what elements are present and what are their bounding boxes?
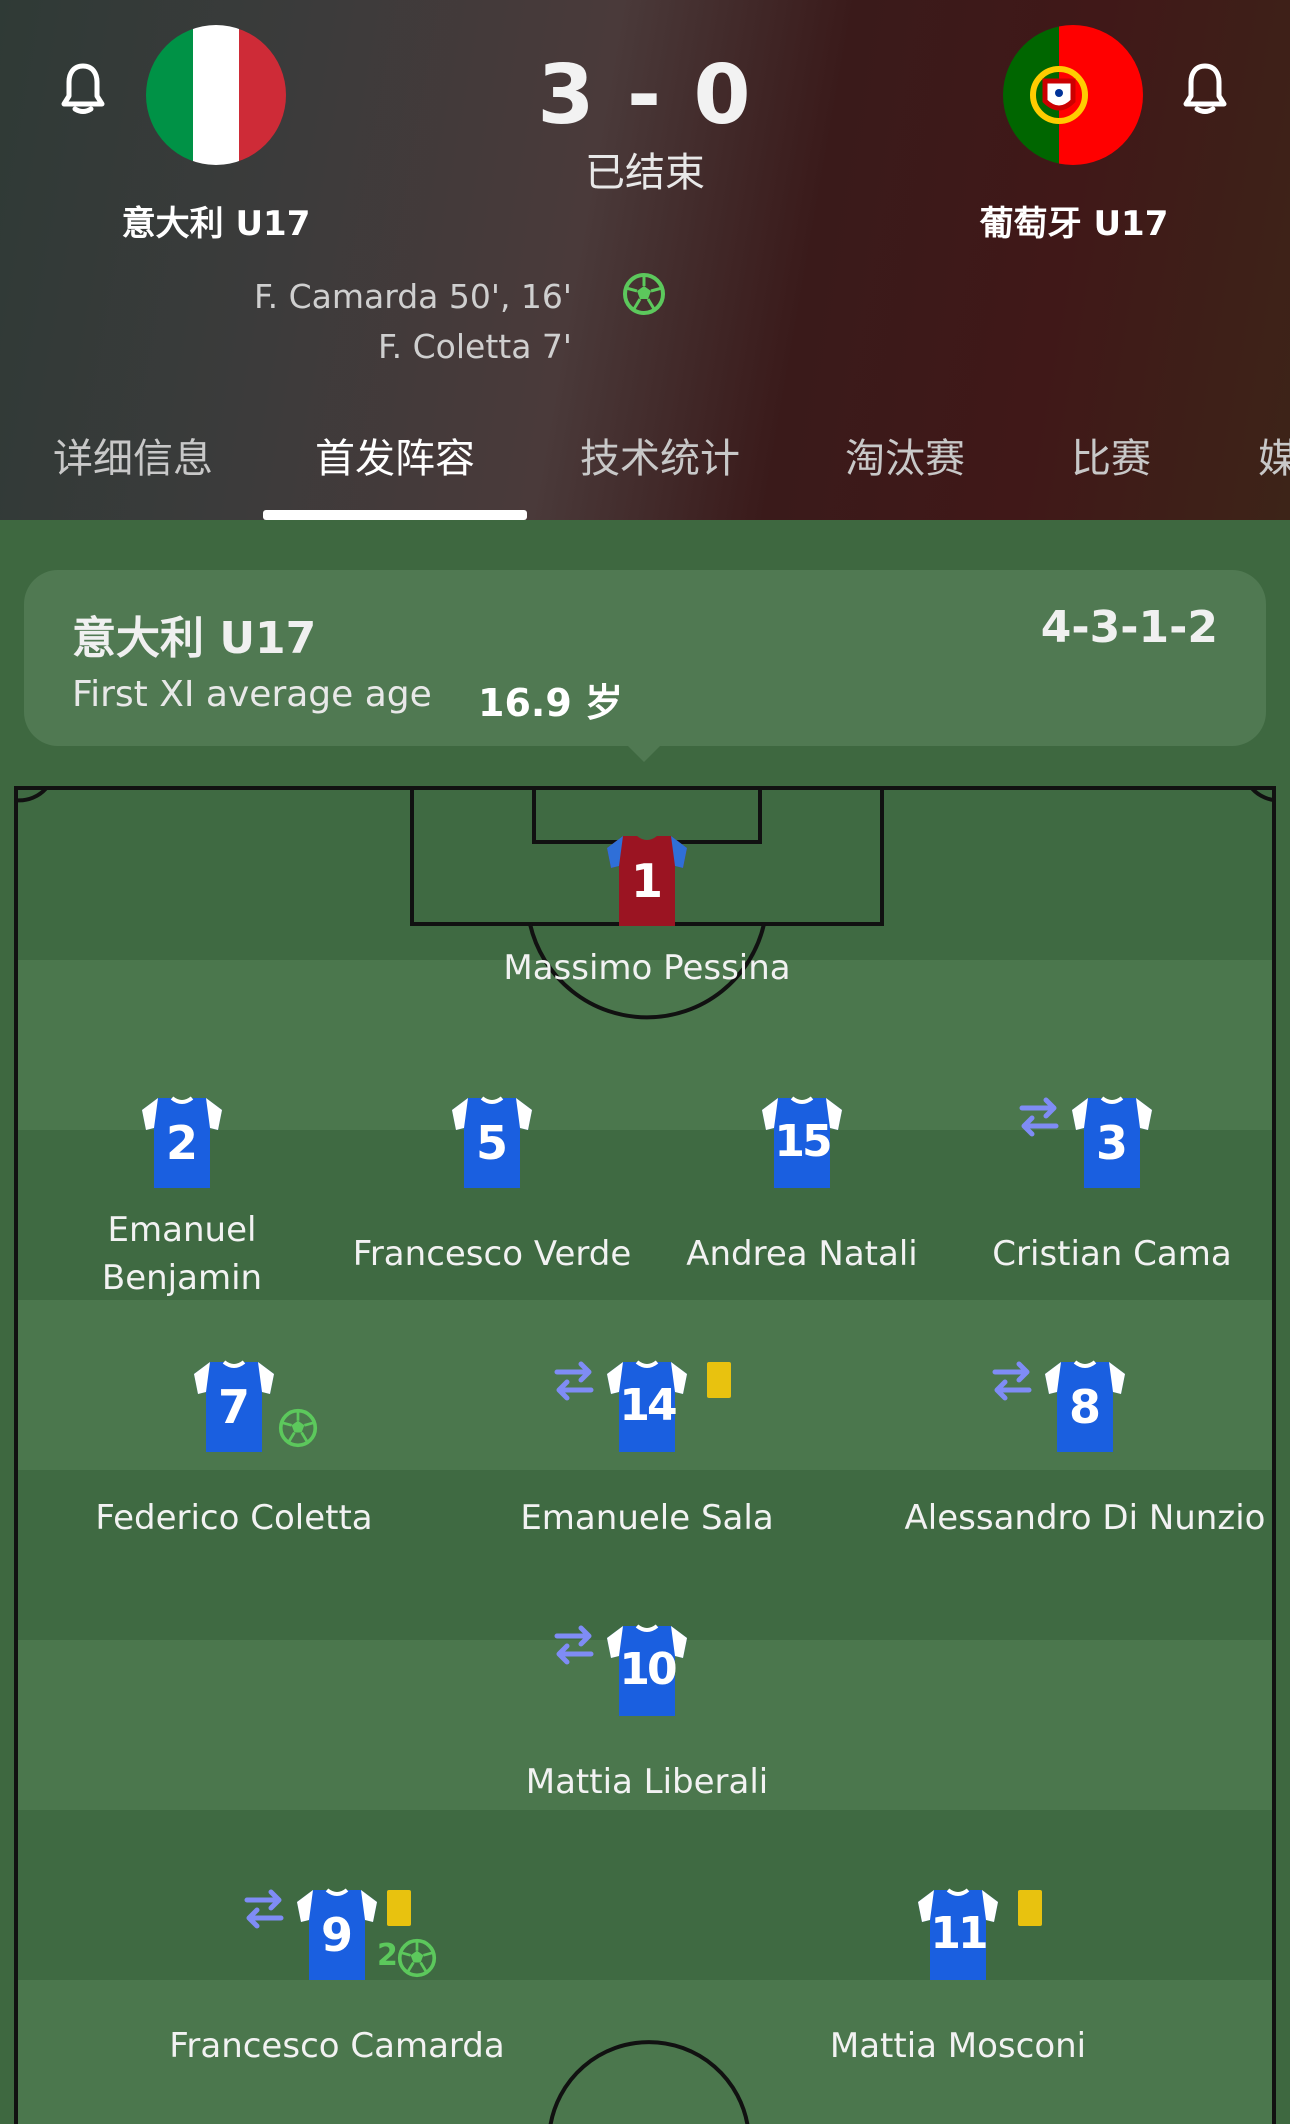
jersey-icon: 3	[1019, 1094, 1156, 1190]
jersey-number: 5	[475, 1116, 508, 1170]
player-name: Massimo Pessina	[503, 948, 791, 988]
active-tab-indicator	[263, 510, 527, 520]
jersey-number: 1	[630, 854, 663, 908]
jersey-icon: 2	[138, 1094, 226, 1190]
player-name: Francesco Camarda	[169, 2026, 505, 2066]
tab-details[interactable]: 详细信息	[48, 424, 218, 494]
player-name: Emanuele Sala	[520, 1498, 774, 1538]
tab-lineup[interactable]: 首发阵容	[263, 424, 527, 494]
substitution-icon	[551, 1358, 597, 1404]
yellow-card-icon	[387, 1890, 411, 1926]
match-score: 3 - 0	[537, 48, 753, 143]
player-midfielder[interactable]: 14 Emanuele Sala	[487, 1358, 807, 1542]
jersey-number: 14	[619, 1380, 677, 1431]
player-name: Mattia Liberali	[525, 1762, 769, 1802]
player-name: Francesco Verde	[352, 1234, 632, 1274]
pitch: 1 Massimo Pessina 2 Emanuel Benjamin 5 F…	[14, 786, 1276, 2124]
jersey-number: 10	[619, 1644, 677, 1695]
card-pointer	[626, 744, 662, 762]
italy-flag-icon[interactable]	[146, 25, 286, 165]
jersey-icon: 14	[554, 1358, 731, 1454]
average-age-label: First XI average age	[72, 674, 432, 715]
portugal-flag-icon[interactable]	[1003, 25, 1143, 165]
tab-bar: 详细信息 首发阵容 技术统计 淘汰赛 比赛 媒	[0, 410, 1290, 520]
player-goalkeeper[interactable]: 1 Massimo Pessina	[487, 832, 807, 992]
notification-bell-icon[interactable]	[60, 62, 106, 118]
jersey-number: 15	[774, 1116, 832, 1167]
player-midfielder[interactable]: 8 Alessandro Di Nunzio	[900, 1358, 1270, 1542]
jersey-number: 2	[165, 1116, 198, 1170]
match-status: 已结束	[585, 150, 705, 196]
jersey-icon: 15	[758, 1094, 846, 1190]
jersey-icon: 8	[992, 1358, 1129, 1454]
player-forward[interactable]: 9 2 Francesco Camarda	[169, 1886, 505, 2070]
goal-scorers: F. Camarda 50', 16' F. Coletta 7'	[160, 272, 572, 372]
jersey-icon: 9 2	[244, 1886, 437, 1982]
average-age-value: 16.9 岁	[478, 681, 623, 725]
player-name: Mattia Mosconi	[829, 2026, 1087, 2066]
substitution-icon	[1016, 1094, 1062, 1140]
formation: 4-3-1-2	[1040, 602, 1218, 653]
yellow-card-icon	[707, 1362, 731, 1398]
jersey-icon: 7	[190, 1358, 318, 1454]
player-forward[interactable]: 11 Mattia Mosconi	[798, 1886, 1118, 2070]
player-defender[interactable]: 3 Cristian Cama	[952, 1094, 1272, 1278]
lineup-info-card: 意大利 U17 4-3-1-2 First XI average age 16.…	[24, 570, 1266, 746]
jersey-icon: 11	[914, 1886, 1042, 1982]
player-name: Andrea Natali	[686, 1234, 918, 1274]
player-name: Federico Coletta	[95, 1498, 373, 1538]
scorer-line: F. Camarda 50', 16'	[253, 277, 572, 316]
player-midfielder[interactable]: 7 Federico Coletta	[74, 1358, 394, 1542]
substitution-icon	[241, 1886, 287, 1932]
lineup-team-name: 意大利 U17	[72, 613, 317, 664]
player-attacking-midfielder[interactable]: 10 Mattia Liberali	[487, 1622, 807, 1806]
jersey-icon: 1	[603, 832, 691, 928]
player-defender[interactable]: 2 Emanuel Benjamin	[22, 1094, 342, 1302]
player-defender[interactable]: 15 Andrea Natali	[642, 1094, 962, 1278]
player-name: Alessandro Di Nunzio	[904, 1498, 1266, 1538]
player-defender[interactable]: 5 Francesco Verde	[332, 1094, 652, 1278]
notification-bell-icon[interactable]	[1182, 62, 1228, 118]
jersey-number: 7	[217, 1380, 250, 1434]
jersey-number: 11	[930, 1908, 988, 1959]
tab-matches[interactable]: 比赛	[1066, 424, 1156, 494]
football-icon	[278, 1408, 318, 1448]
substitution-icon	[551, 1622, 597, 1668]
player-name: Cristian Cama	[992, 1234, 1232, 1274]
jersey-icon: 10	[554, 1622, 691, 1718]
football-icon	[622, 272, 666, 316]
jersey-number: 9	[320, 1908, 353, 1962]
goal-count: 2	[377, 1938, 398, 1973]
tab-knockout[interactable]: 淘汰赛	[840, 424, 970, 494]
tab-media[interactable]: 媒	[1258, 424, 1290, 494]
football-icon	[397, 1938, 437, 1978]
jersey-number: 8	[1068, 1380, 1101, 1434]
substitution-icon	[989, 1358, 1035, 1404]
jersey-number: 3	[1095, 1116, 1128, 1170]
scorer-line: F. Coletta 7'	[377, 327, 572, 366]
yellow-card-icon	[1018, 1890, 1042, 1926]
match-header: 意大利 U17 3 - 0 已结束 葡萄牙 U17 F. Camarda 50'…	[0, 0, 1290, 520]
player-name: Emanuel Benjamin	[101, 1210, 263, 1298]
jersey-icon: 5	[448, 1094, 536, 1190]
home-team-name[interactable]: 意大利 U17	[66, 196, 366, 245]
away-team-name[interactable]: 葡萄牙 U17	[924, 196, 1224, 245]
tab-stats[interactable]: 技术统计	[575, 424, 745, 494]
